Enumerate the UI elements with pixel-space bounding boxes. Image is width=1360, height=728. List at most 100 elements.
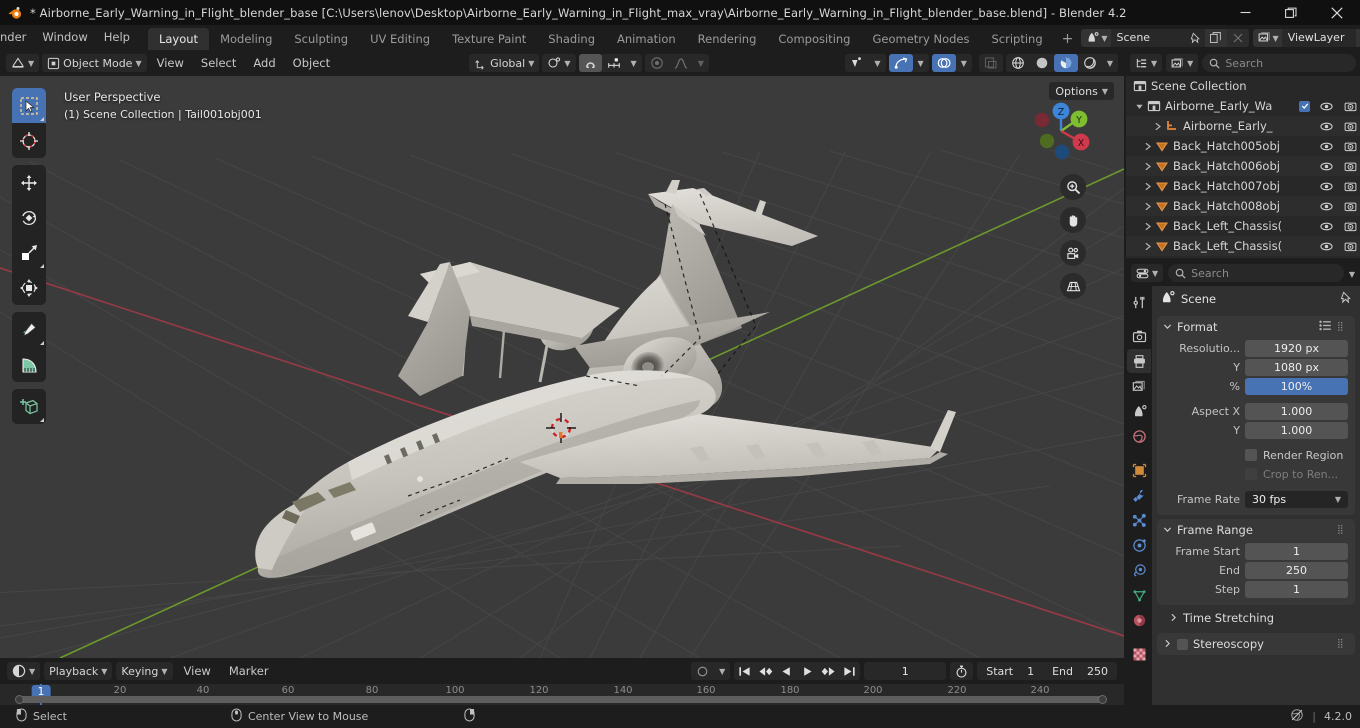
tab-viewlayer-icon[interactable] — [1127, 374, 1151, 398]
eye-icon[interactable] — [1318, 140, 1334, 153]
falloff-curve-icon[interactable] — [669, 54, 693, 72]
proportional-edit-toggle-icon[interactable] — [645, 54, 669, 72]
camera-icon[interactable] — [1342, 240, 1358, 253]
jump-to-end-button[interactable] — [839, 662, 860, 680]
scrollbar-handle-right[interactable] — [1098, 695, 1107, 704]
outliner-editor-type-selector[interactable]: ▼ — [1130, 54, 1163, 72]
camera-icon[interactable] — [1342, 120, 1358, 133]
stereoscopy-checkbox[interactable] — [1177, 638, 1188, 650]
eye-icon[interactable] — [1318, 200, 1334, 213]
tab-world-icon[interactable] — [1127, 424, 1151, 448]
new-viewlayer-button[interactable] — [1355, 28, 1360, 47]
tab-scripting[interactable]: Scripting — [981, 28, 1054, 50]
end-frame-field[interactable]: End 250 — [1043, 665, 1117, 678]
chevron-right-icon[interactable] — [1163, 638, 1172, 651]
scrollbar-handle-left[interactable] — [15, 695, 24, 704]
object-visibility-icon[interactable] — [845, 54, 869, 72]
rendered-shading-icon[interactable] — [1078, 54, 1102, 72]
chevron-down-icon[interactable] — [1163, 524, 1172, 537]
snap-magnet-icon[interactable] — [602, 54, 626, 72]
outliner-row-mesh[interactable]: Back_Hatch005obj — [1126, 136, 1360, 156]
material-preview-shading-icon[interactable] — [1053, 54, 1078, 72]
menu-render[interactable]: nder — [0, 25, 34, 50]
frame-rate-dropdown[interactable]: 30 fps ▼ — [1245, 490, 1348, 508]
timeline-menu-marker[interactable]: Marker — [222, 662, 276, 680]
visibility-dropdown-caret[interactable]: ▼ — [869, 54, 885, 72]
tab-uv-editing[interactable]: UV Editing — [359, 28, 441, 50]
disclosure-triangle-right[interactable] — [1140, 182, 1154, 191]
zoom-icon[interactable] — [1060, 174, 1086, 200]
outliner-row-scene-collection[interactable]: Scene Collection — [1126, 76, 1360, 96]
tab-texture-icon[interactable] — [1127, 642, 1151, 666]
timeline-menu-view[interactable]: View — [177, 662, 218, 680]
outliner-row-mesh[interactable]: Back_Hatch006obj — [1126, 156, 1360, 176]
rotate-tool[interactable] — [12, 200, 46, 235]
editor-type-selector[interactable]: ▼ — [6, 54, 40, 72]
snap-dropdown-caret[interactable]: ▼ — [626, 54, 642, 72]
disclosure-triangle-right[interactable] — [1140, 142, 1154, 151]
outliner-editor[interactable]: ▼ ▼ Search Scene Collection Airborne_Ear… — [1126, 50, 1360, 258]
close-button[interactable] — [1314, 0, 1360, 25]
viewlayer-selector[interactable]: ▼ ViewLayer — [1252, 28, 1360, 47]
delete-scene-button[interactable] — [1226, 28, 1249, 47]
disclosure-triangle-right[interactable] — [1140, 202, 1154, 211]
add-cube-tool[interactable] — [12, 389, 46, 424]
stopwatch-icon[interactable] — [950, 662, 973, 680]
frame-range-panel-header[interactable]: Frame Range ⣿ — [1157, 519, 1355, 541]
start-frame-field[interactable]: Start 1 — [977, 665, 1043, 678]
shading-dropdown-caret[interactable]: ▼ — [1102, 54, 1118, 72]
tab-modeling[interactable]: Modeling — [209, 28, 283, 50]
viewport-menu-select[interactable]: Select — [194, 54, 243, 72]
resolution-x-field[interactable]: 1920 px — [1245, 339, 1348, 357]
keying-menu[interactable]: Keying ▼ — [116, 662, 173, 680]
eye-icon[interactable] — [1318, 220, 1334, 233]
wireframe-shading-icon[interactable] — [1006, 54, 1030, 72]
minimize-button[interactable] — [1222, 0, 1268, 25]
panel-drag-handle[interactable]: ⣿ — [1337, 323, 1349, 332]
outliner-row-mesh[interactable]: Back_Hatch007obj — [1126, 176, 1360, 196]
frame-end-field[interactable]: 250 — [1245, 561, 1348, 579]
properties-options-caret[interactable]: ▼ — [1349, 267, 1355, 280]
eye-icon[interactable] — [1318, 160, 1334, 173]
eye-icon[interactable] — [1318, 120, 1334, 133]
measure-tool[interactable] — [12, 347, 46, 382]
chevron-down-icon[interactable] — [1163, 321, 1172, 334]
tab-output-icon[interactable] — [1127, 349, 1151, 373]
outliner-row-mesh[interactable]: Back_Left_Chassis( — [1126, 216, 1360, 236]
tab-compositing[interactable]: Compositing — [767, 28, 861, 50]
pin-scene-icon[interactable] — [1185, 29, 1205, 47]
timeline-ruler[interactable]: 20 40 60 80 100 120 140 160 180 200 220 … — [0, 684, 1124, 705]
tab-animation[interactable]: Animation — [606, 28, 687, 50]
outliner-display-mode-selector[interactable]: ▼ — [1166, 54, 1199, 72]
camera-icon[interactable] — [1342, 160, 1358, 173]
menu-help[interactable]: Help — [96, 25, 138, 50]
tab-material-icon[interactable] — [1127, 608, 1151, 632]
play-reverse-button[interactable] — [776, 662, 797, 680]
resolution-y-field[interactable]: 1080 px — [1245, 358, 1348, 376]
scale-tool[interactable] — [12, 235, 46, 270]
tab-physics-icon[interactable] — [1127, 533, 1151, 557]
format-panel-header[interactable]: Format ⣿ — [1157, 316, 1355, 338]
properties-editor-type-selector[interactable]: ▼ — [1131, 264, 1164, 282]
preset-list-icon[interactable] — [1319, 320, 1332, 334]
3d-viewport[interactable]: ▼ Object Mode ▼ View Select Add Object G… — [0, 50, 1124, 658]
viewport-menu-view[interactable]: View — [150, 54, 191, 72]
new-scene-button[interactable] — [1204, 28, 1227, 47]
prev-keyframe-button[interactable] — [755, 662, 776, 680]
current-frame-field[interactable]: 1 — [864, 662, 947, 680]
tab-scene-icon[interactable] — [1127, 399, 1151, 423]
tab-sculpting[interactable]: Sculpting — [283, 28, 359, 50]
camera-icon[interactable] — [1342, 100, 1358, 113]
outliner-row-mesh[interactable]: Back_Hatch008obj — [1126, 196, 1360, 216]
overlay-dropdown-caret[interactable]: ▼ — [956, 54, 972, 72]
panel-drag-handle[interactable]: ⣿ — [1337, 640, 1349, 649]
camera-icon[interactable] — [1342, 220, 1358, 233]
tab-constraints-icon[interactable] — [1127, 558, 1151, 582]
disclosure-triangle-right[interactable] — [1140, 242, 1154, 251]
toggle-xray-icon[interactable] — [979, 54, 1003, 72]
collection-enable-checkbox[interactable] — [1299, 100, 1310, 112]
frame-start-field[interactable]: 1 — [1245, 542, 1348, 560]
proportional-magnet-icon[interactable] — [578, 54, 602, 72]
transform-orientation-selector[interactable]: Global ▼ — [469, 54, 540, 72]
play-button[interactable] — [797, 662, 818, 680]
